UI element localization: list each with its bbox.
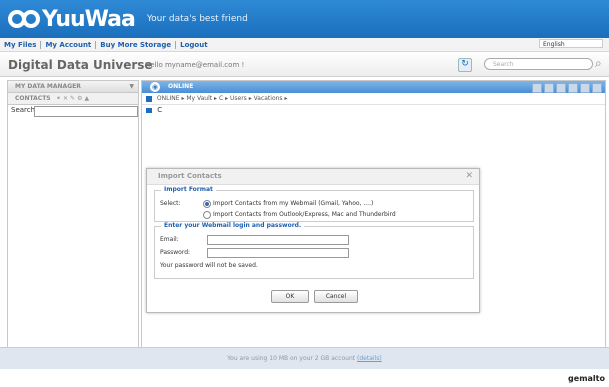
settings-icon[interactable] [592, 83, 602, 93]
panel-header-label: MY DATA MANAGER [15, 83, 81, 90]
contact-search: Search: [8, 105, 138, 117]
crumb-vacations[interactable]: Vacations [254, 95, 283, 102]
password-label: Password: [160, 249, 191, 256]
contacts-toolbar: CONTACTS ⚭✕✎⚙▲ [8, 93, 138, 105]
drive-label: C [157, 106, 163, 114]
online-bar: ◉ ONLINE [142, 81, 605, 93]
nav-buy-storage[interactable]: Buy More Storage [96, 40, 177, 49]
cancel-button[interactable]: Cancel [314, 290, 358, 303]
vendor-bar: gemalto [0, 369, 609, 387]
select-label: Select: [160, 200, 181, 207]
user-greeting: Hello myname@email.com ! [145, 61, 245, 69]
window-buttons [530, 83, 602, 93]
globe-icon: ◉ [150, 82, 160, 92]
left-panel: MY DATA MANAGER ▼ CONTACTS ⚭✕✎⚙▲ Search: [7, 80, 139, 372]
option-outlook-label: Import Contacts from Outlook/Express, Ma… [213, 211, 396, 218]
top-nav: My Files My Account Buy More Storage Log… [0, 38, 609, 52]
drive-row[interactable]: C [142, 105, 605, 115]
webmail-login-group: Enter your Webmail login and password. E… [154, 222, 474, 279]
nav-my-files[interactable]: My Files [0, 40, 42, 49]
import-format-group: Import Format Select: Import Contacts fr… [154, 186, 474, 222]
details-link[interactable]: (details) [357, 355, 382, 362]
brand-name: YuuWaa [42, 6, 136, 32]
storage-usage: You are using 10 MB on your 2 GB account [227, 355, 356, 362]
email-field[interactable] [207, 235, 349, 245]
online-status: ONLINE [168, 83, 194, 90]
webmail-legend: Enter your Webmail login and password. [161, 222, 305, 229]
contact-search-input[interactable] [34, 106, 138, 117]
password-note: Your password will not be saved. [160, 262, 258, 269]
email-label: Email: [160, 236, 179, 243]
dialog-title: Import Contacts [158, 172, 222, 180]
sub-header: Digital Data Universe Hello myname@email… [0, 52, 609, 77]
breadcrumb: ONLINE ▸ My Vault ▸ C ▸ Users ▸ Vacation… [142, 93, 605, 105]
storage-footer: You are using 10 MB on your 2 GB account… [0, 347, 609, 370]
vendor-logo: gemalto [568, 374, 605, 383]
contact-tools-icons[interactable]: ⚭✕✎⚙▲ [56, 93, 91, 104]
chevron-down-icon[interactable]: ▼ [129, 81, 134, 92]
import-contacts-dialog: Import Contacts ✕ Import Format Select: … [146, 168, 480, 313]
logo-mark [8, 10, 40, 28]
search-input[interactable]: Search [484, 58, 593, 70]
crumb-c[interactable]: C [219, 95, 223, 102]
password-field[interactable] [207, 248, 349, 258]
app-header: YuuWaa Your data's best friend [0, 0, 609, 38]
logo: YuuWaa Your data's best friend [8, 5, 248, 33]
close-icon[interactable] [580, 83, 590, 93]
radio-outlook[interactable] [203, 211, 211, 219]
search-icon[interactable]: ⌕ [595, 56, 602, 71]
crumb-users[interactable]: Users [230, 95, 247, 102]
close-icon[interactable]: ✕ [465, 169, 473, 184]
radio-webmail[interactable] [203, 200, 211, 208]
ok-button[interactable]: OK [271, 290, 309, 303]
tagline: Your data's best friend [146, 14, 248, 24]
nav-my-account[interactable]: My Account [41, 40, 97, 49]
panel-header: MY DATA MANAGER ▼ [8, 81, 138, 93]
nav-logout[interactable]: Logout [176, 41, 211, 49]
view-icon[interactable] [532, 83, 542, 93]
crumb-online[interactable]: ONLINE [157, 95, 180, 102]
dialog-title-bar: Import Contacts ✕ [147, 169, 479, 185]
view-icon[interactable] [544, 83, 554, 93]
contacts-label: CONTACTS [15, 95, 51, 102]
import-format-legend: Import Format [161, 186, 216, 193]
option-webmail-label: Import Contacts from my Webmail (Gmail, … [213, 200, 374, 207]
language-select[interactable]: English [539, 39, 603, 48]
page-title: Digital Data Universe [8, 58, 153, 72]
crumb-my-vault[interactable]: My Vault [186, 95, 212, 102]
folder-icon [146, 95, 152, 102]
view-icon[interactable] [556, 83, 566, 93]
view-icon[interactable] [568, 83, 578, 93]
refresh-icon[interactable]: ↻ [458, 58, 472, 72]
drive-icon [146, 107, 152, 113]
